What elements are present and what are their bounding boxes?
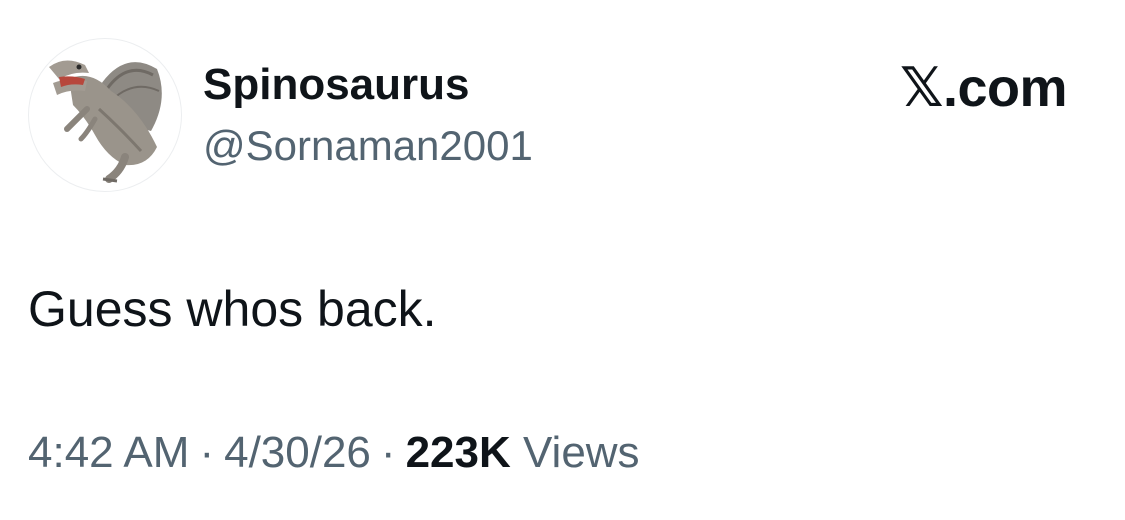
user-handle[interactable]: @Sornaman2001: [203, 122, 533, 170]
tweet-date[interactable]: 4/30/26: [224, 428, 371, 477]
tweet-card: Spinosaurus @Sornaman2001 𝕏.com Guess wh…: [0, 0, 1125, 520]
tweet-text: Guess whos back.: [28, 281, 437, 337]
x-logo: 𝕏.com: [899, 58, 1068, 118]
views-label: Views: [522, 428, 640, 477]
meta-separator: ·: [199, 428, 215, 477]
tweet-meta: 4:42 AM · 4/30/26 · 223K Views: [28, 428, 640, 478]
display-name[interactable]: Spinosaurus: [203, 60, 470, 110]
views-count: 223K: [405, 428, 511, 477]
spinosaurus-avatar-icon: [49, 60, 162, 183]
avatar[interactable]: [28, 38, 182, 192]
meta-separator: ·: [380, 428, 396, 477]
tweet-time[interactable]: 4:42 AM: [28, 428, 189, 477]
